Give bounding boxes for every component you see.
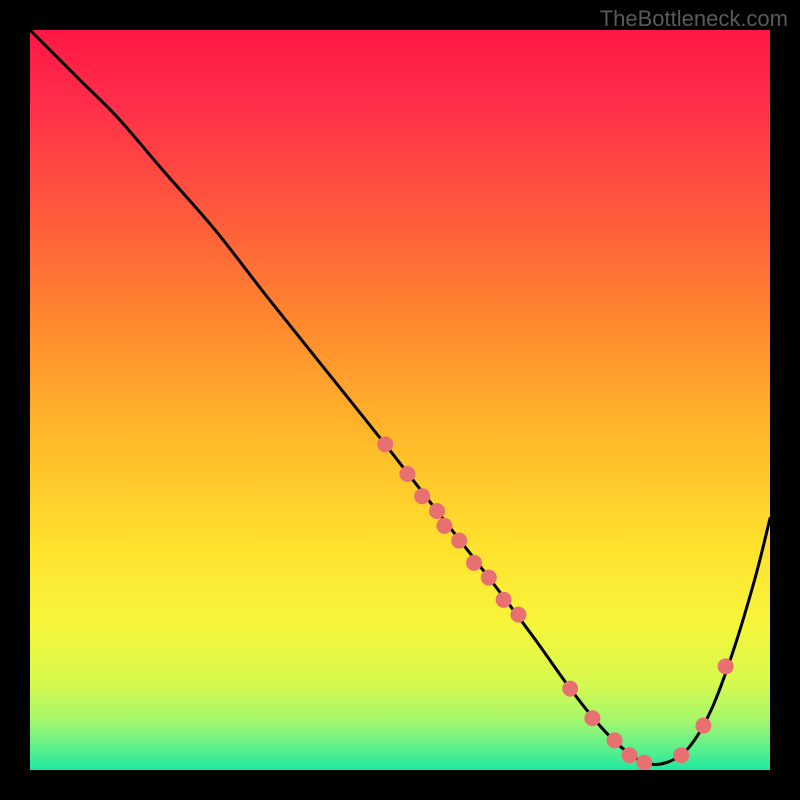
curve-marker xyxy=(673,747,689,763)
curve-marker xyxy=(429,503,445,519)
watermark-text: TheBottleneck.com xyxy=(600,6,788,32)
curve-marker xyxy=(621,747,637,763)
curve-markers xyxy=(377,436,733,770)
curve-marker xyxy=(562,681,578,697)
bottleneck-curve xyxy=(30,30,770,764)
curve-marker xyxy=(481,570,497,586)
curve-marker xyxy=(496,592,512,608)
curve-marker xyxy=(510,607,526,623)
curve-marker xyxy=(414,488,430,504)
curve-marker xyxy=(377,436,393,452)
curve-marker xyxy=(607,732,623,748)
curve-marker xyxy=(636,755,652,770)
curve-marker xyxy=(451,533,467,549)
chart-curve-layer xyxy=(30,30,770,770)
curve-marker xyxy=(466,555,482,571)
curve-marker xyxy=(436,518,452,534)
curve-marker xyxy=(695,718,711,734)
curve-marker xyxy=(584,710,600,726)
curve-marker xyxy=(718,658,734,674)
curve-marker xyxy=(399,466,415,482)
chart-plot-area xyxy=(30,30,770,770)
